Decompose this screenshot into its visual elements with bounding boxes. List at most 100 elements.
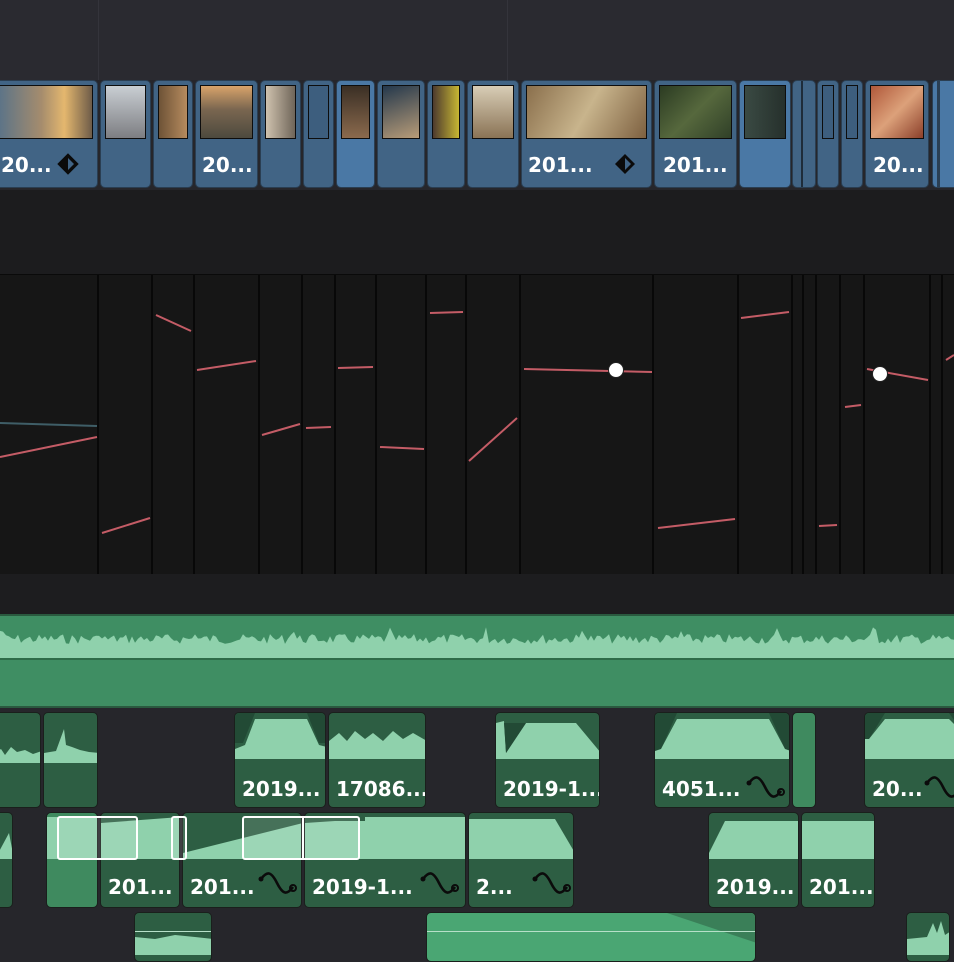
clip-thumbnail [659,85,732,139]
video-clip[interactable] [153,80,193,188]
video-clip[interactable]: 201... [521,80,652,188]
audio-clip[interactable]: 2019-1... [495,712,600,808]
clip-label: 20... [1,153,52,177]
video-clip[interactable] [792,80,816,188]
clip-label: 2... [476,875,513,899]
audio-waveform [0,833,12,859]
clip-label: 201... [190,875,255,899]
audio-clip[interactable] [906,912,950,962]
audio-waveform [329,731,425,759]
diamond-half-filled-icon[interactable] [57,153,79,175]
clip-thumbnail [105,85,146,139]
audio-waveform [865,713,954,759]
audio-clip[interactable] [426,912,756,962]
clip-label: 201... [528,153,593,177]
audio-track-3: 201... 201... 2019-1... 2... 2019... 201… [0,812,954,912]
video-clip[interactable] [817,80,839,188]
clip-thumbnail [200,85,253,139]
selection-box[interactable] [242,816,360,860]
clip-label: 201... [108,875,173,899]
selection-divider [302,816,304,860]
sine-curve-icon[interactable] [257,871,297,897]
audio-clip[interactable]: 201... [801,812,875,908]
selection-box[interactable] [57,816,138,860]
clip-thumbnail [870,85,924,139]
audio-waveform [496,721,599,759]
clip-label: 2019... [716,875,795,899]
audio-waveform [44,729,97,763]
sine-curve-icon[interactable] [745,775,785,801]
video-clip[interactable] [932,80,954,188]
clip-thumbnail [382,85,420,139]
audio-track-2: 2019... 17086... 2019-1... 4051... 20... [0,708,954,812]
video-clip[interactable] [427,80,465,188]
sine-curve-icon[interactable] [923,775,954,801]
clip-thumbnail [526,85,647,139]
audio-clip[interactable]: 2019... [708,812,799,908]
clip-thumbnail [341,85,370,139]
video-clip[interactable]: 20... [195,80,258,188]
sine-curve-icon[interactable] [531,871,571,897]
video-track: 20... 20... 201... 201... 20... [0,80,954,190]
selection-box[interactable] [171,816,187,860]
audio-clip[interactable]: 17086... [328,712,426,808]
clip-label: 201... [809,875,874,899]
keyframe-point[interactable] [872,366,888,382]
video-clip[interactable] [336,80,375,188]
clip-thumbnail [846,85,858,139]
audio-waveform [235,713,325,759]
clip-thumbnail [158,85,188,139]
clip-thumbnail [0,85,93,139]
video-clip[interactable] [467,80,519,188]
audio-clip[interactable]: 2... [468,812,574,908]
clip-label: 2019-1... [312,875,413,899]
audio-track-1-clip[interactable] [0,614,954,708]
curve-editor-canvas[interactable] [0,275,954,575]
audio-clip[interactable]: 20... [864,712,954,808]
clip-label: 4051... [662,777,741,801]
video-clip[interactable] [100,80,151,188]
audio-waveform [135,931,211,955]
audio-waveform [427,913,755,943]
video-clip[interactable] [841,80,863,188]
audio-clip[interactable]: 2019... [234,712,326,808]
clip-label: 17086... [336,777,426,801]
clip-thumbnail [822,85,834,139]
empty-track[interactable] [0,190,954,274]
sine-curve-icon[interactable] [419,871,459,897]
curve-editor-panel[interactable] [0,274,954,576]
track-divider [0,574,954,617]
video-clip[interactable]: 20... [865,80,929,188]
audio-clip[interactable]: 4051... [654,712,790,808]
audio-clip[interactable] [43,712,98,808]
clip-label: 20... [202,153,253,177]
audio-clip[interactable] [792,712,816,808]
video-clip[interactable] [303,80,334,188]
audio-waveform [655,713,789,759]
video-clip[interactable] [260,80,301,188]
grid-line [507,0,508,80]
clip-thumbnail [472,85,514,139]
clip-thumbnail [308,85,329,139]
audio-waveform [0,614,954,708]
clip-thumbnail [744,85,786,139]
clip-label: 20... [873,153,924,177]
clip-label: 2019... [242,777,321,801]
audio-clip[interactable] [0,812,13,908]
clip-label: 20... [872,777,923,801]
audio-waveform [802,821,874,859]
grid-line [98,0,99,80]
audio-clip[interactable] [0,712,41,808]
audio-waveform [709,821,798,859]
video-clip[interactable]: 201... [654,80,737,188]
video-clip[interactable]: 20... [0,80,98,188]
video-clip[interactable] [739,80,791,188]
audio-waveform [469,819,573,859]
diamond-half-filled-icon[interactable] [614,153,636,175]
audio-waveform [907,921,949,955]
timeline-ruler-area[interactable] [0,0,954,80]
keyframe-point[interactable] [608,362,624,378]
video-clip[interactable] [377,80,425,188]
audio-clip[interactable] [134,912,212,962]
clip-label: 201... [663,153,728,177]
